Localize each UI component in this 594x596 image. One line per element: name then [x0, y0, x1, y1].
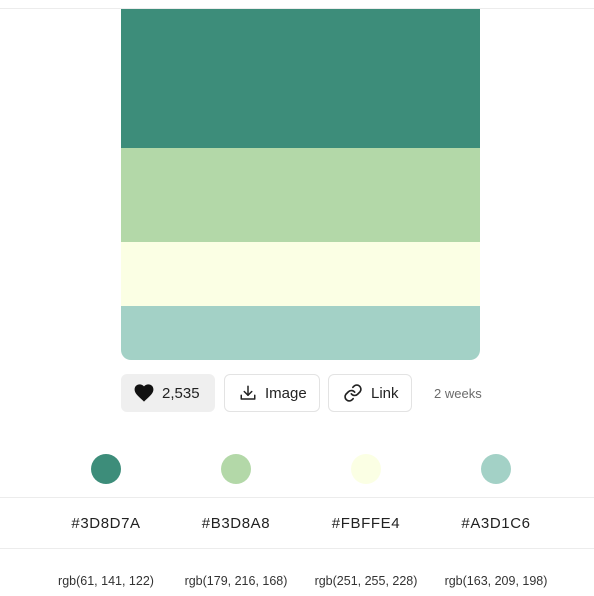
download-icon: [239, 384, 257, 402]
image-label: Image: [265, 384, 307, 402]
rgb-value[interactable]: rgb(61, 141, 122): [41, 549, 171, 596]
palette-actions: 2,535 Image Link 2 weeks: [121, 374, 482, 412]
color-dot-cell: [431, 440, 561, 497]
copy-link-button[interactable]: Link: [328, 374, 412, 412]
color-details: #3D8D7A #B3D8A8 #FBFFE4 #A3D1C6 rgb(61, 141…: [0, 440, 594, 596]
palette-swatch[interactable]: [121, 9, 480, 148]
hex-code[interactable]: #A3D1C6: [431, 498, 561, 548]
hex-codes-row: #3D8D7A #B3D8A8 #FBFFE4 #A3D1C6: [0, 498, 594, 548]
rgb-value[interactable]: rgb(251, 255, 228): [301, 549, 431, 596]
color-dot-cell: [41, 440, 171, 497]
color-dot-cell: [171, 440, 301, 497]
hex-code[interactable]: #FBFFE4: [301, 498, 431, 548]
color-dots-row: [0, 440, 594, 497]
palette-swatch[interactable]: [121, 242, 480, 306]
palette-swatch[interactable]: [121, 306, 480, 360]
palette-swatch[interactable]: [121, 148, 480, 242]
color-dot-cell: [301, 440, 431, 497]
color-dot[interactable]: [91, 453, 121, 484]
hex-code[interactable]: #B3D8A8: [171, 498, 301, 548]
palette-preview[interactable]: [121, 9, 480, 360]
rgb-value[interactable]: rgb(179, 216, 168): [171, 549, 301, 596]
rgb-value[interactable]: rgb(163, 209, 198): [431, 549, 561, 596]
hex-code[interactable]: #3D8D7A: [41, 498, 171, 548]
link-icon: [343, 383, 363, 403]
heart-icon: [134, 384, 154, 402]
link-label: Link: [371, 384, 399, 402]
like-count: 2,535: [162, 384, 200, 402]
rgb-values-row: rgb(61, 141, 122) rgb(179, 216, 168) rgb(2…: [0, 549, 594, 596]
like-button[interactable]: 2,535: [121, 374, 215, 412]
color-dot[interactable]: [221, 453, 251, 484]
download-image-button[interactable]: Image: [224, 374, 320, 412]
color-dot[interactable]: [351, 453, 381, 484]
color-dot[interactable]: [481, 453, 511, 484]
palette-age: 2 weeks: [434, 385, 482, 401]
